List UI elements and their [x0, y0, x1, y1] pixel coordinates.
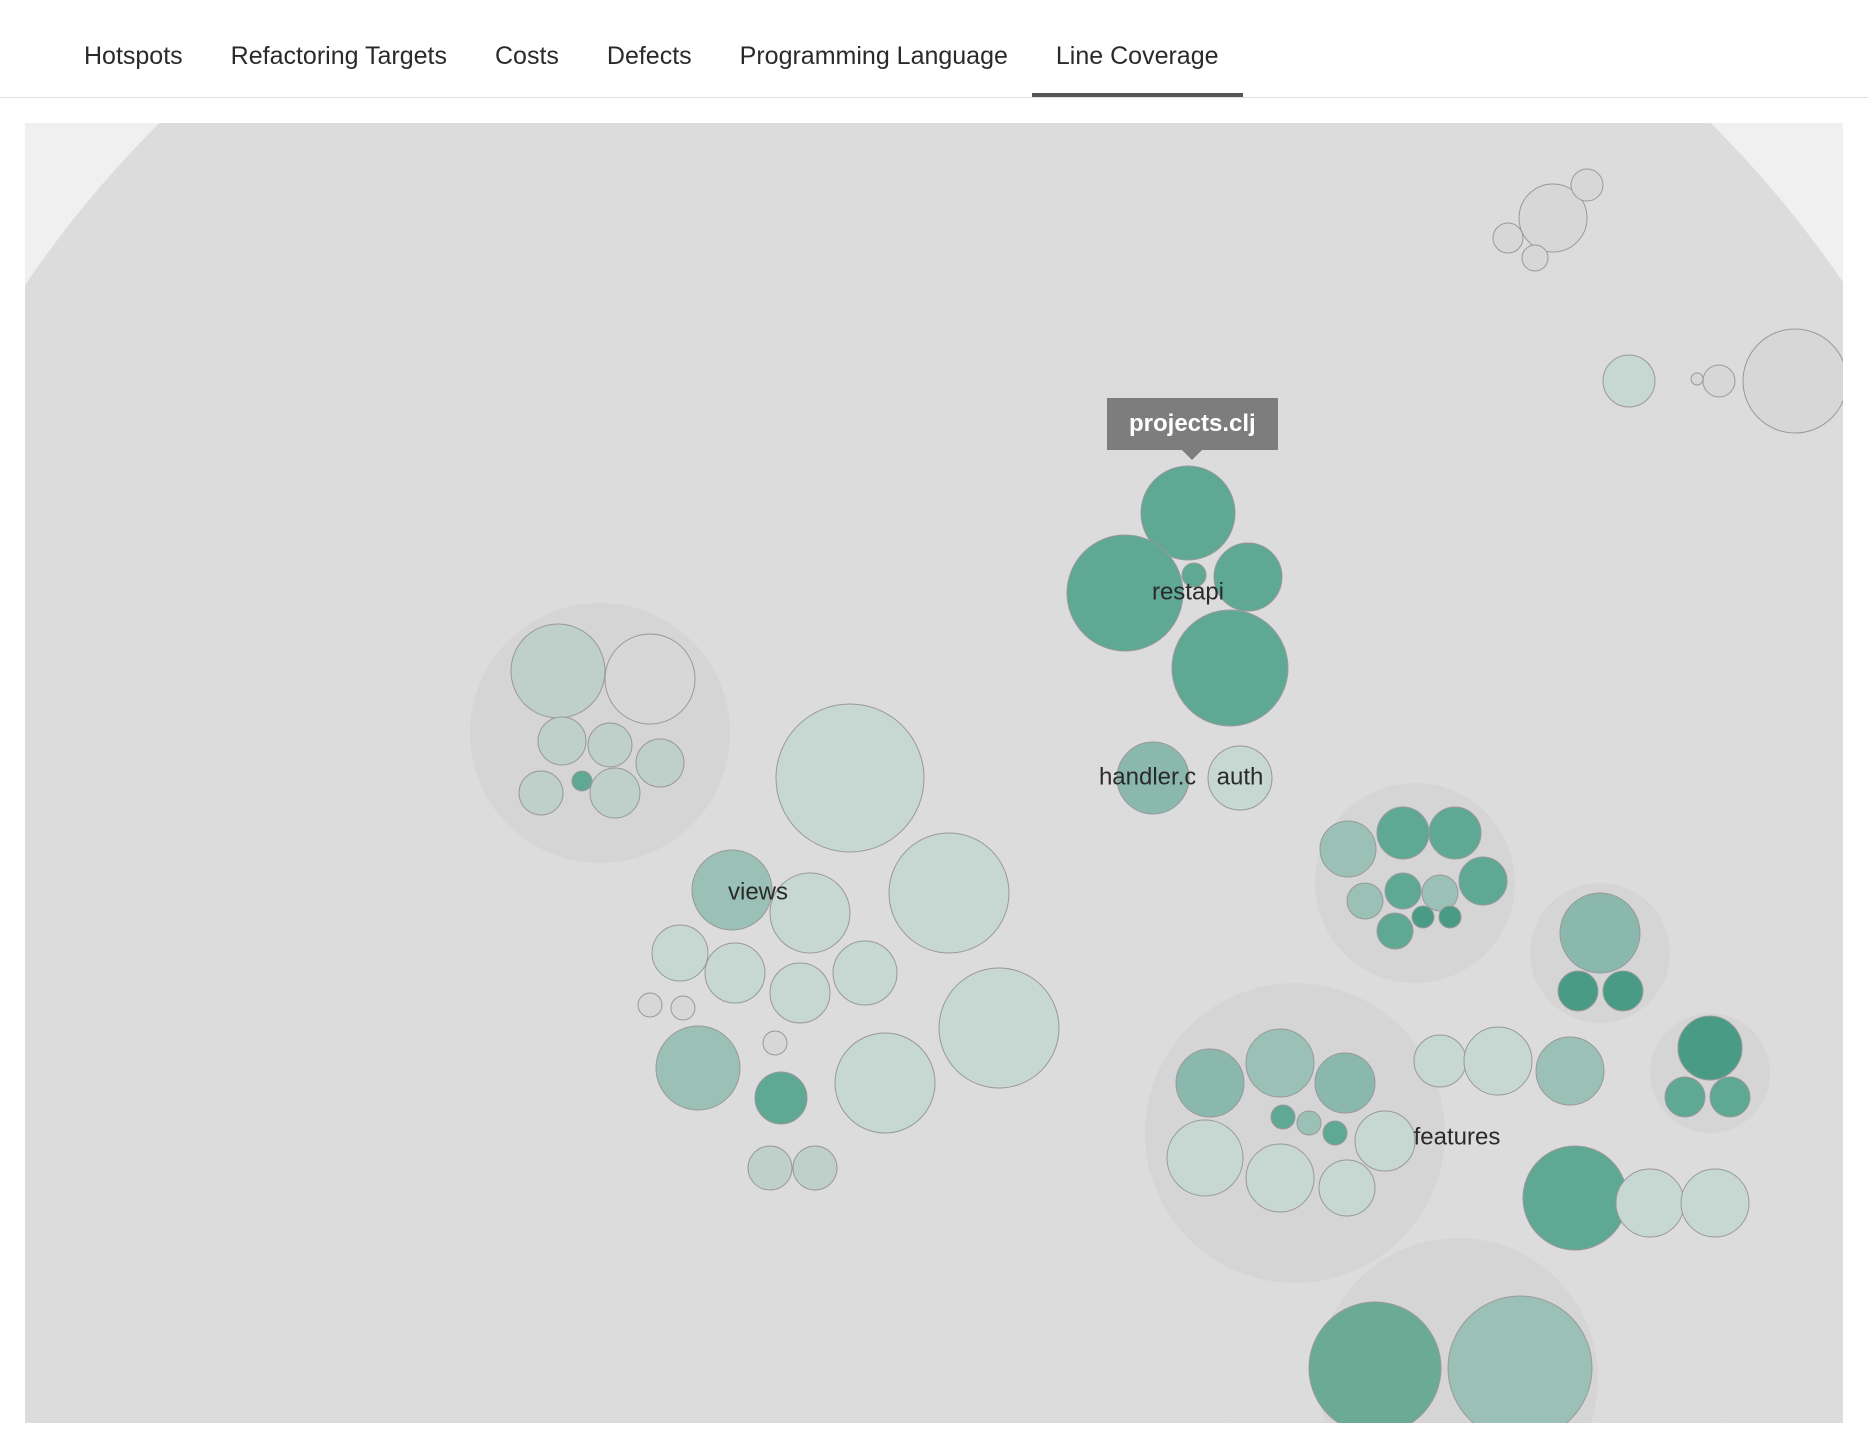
- tooltip-text: projects.clj: [1129, 410, 1256, 437]
- tab-costs[interactable]: Costs: [471, 20, 583, 97]
- tab-defects[interactable]: Defects: [583, 20, 716, 97]
- tab-programming-language[interactable]: Programming Language: [716, 20, 1032, 97]
- views-group[interactable]: views: [355, 553, 1075, 1273]
- tabs-bar: Hotspots Refactoring Targets Costs Defec…: [0, 20, 1868, 98]
- node-handler[interactable]: [1117, 742, 1189, 814]
- tab-refactoring-targets[interactable]: Refactoring Targets: [207, 20, 471, 97]
- tab-hotspots[interactable]: Hotspots: [60, 20, 207, 97]
- node-tooltip: projects.clj: [1107, 398, 1278, 450]
- auth-group[interactable]: auth: [1195, 733, 1285, 823]
- circle-packing-viz[interactable]: projects.clj: [25, 123, 1843, 1423]
- tab-line-coverage[interactable]: Line Coverage: [1032, 20, 1243, 97]
- packing-svg[interactable]: restapi handler.clj auth: [25, 123, 1843, 1423]
